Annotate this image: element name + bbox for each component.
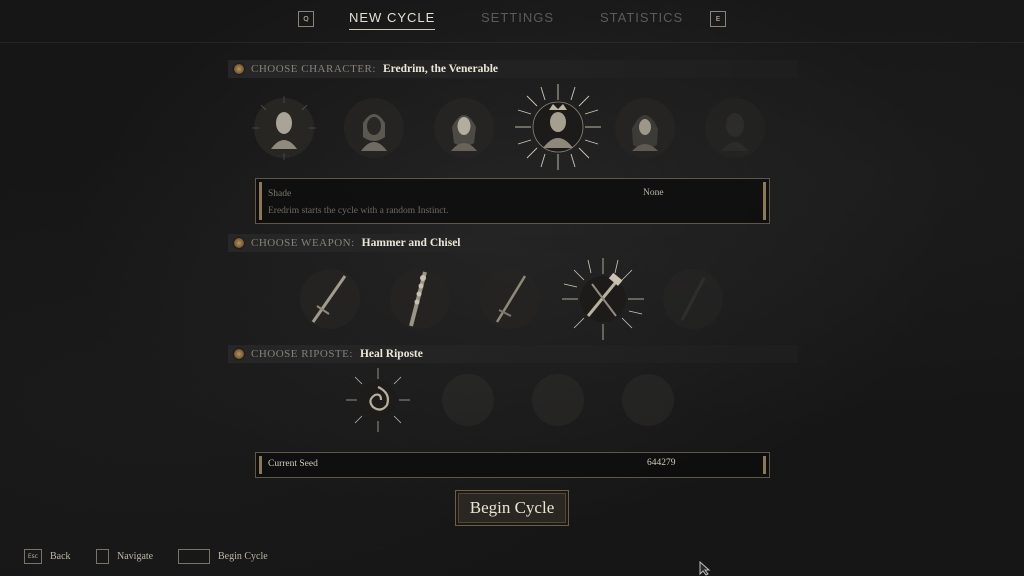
character-portrait-icon	[515, 84, 601, 170]
riposte-option-locked-3[interactable]	[613, 365, 683, 435]
q-key-hint[interactable]: Q	[298, 11, 314, 27]
character-section-header: CHOOSE CHARACTER: Eredrim, the Venerable	[228, 60, 798, 78]
trait-value: None	[643, 188, 664, 198]
riposte-option-locked-2[interactable]	[523, 365, 593, 435]
riposte-icon	[532, 374, 584, 426]
selected-weapon: Hammer and Chisel	[361, 237, 461, 249]
seed-value: 644279	[647, 458, 676, 468]
sword-icon	[480, 269, 540, 329]
character-portrait-5[interactable]	[610, 93, 680, 163]
character-portrait-selected[interactable]	[513, 82, 603, 172]
weapon-option-2[interactable]	[385, 264, 455, 334]
seed-label: Current Seed	[268, 459, 318, 469]
character-label: CHOOSE CHARACTER:	[251, 63, 376, 75]
weapon-label: CHOOSE WEAPON:	[251, 237, 355, 249]
begin-cycle-hint[interactable]: Begin Cycle	[178, 549, 268, 564]
selected-character: Eredrim, the Venerable	[382, 63, 499, 75]
tab-new-cycle[interactable]: NEW CYCLE	[349, 10, 436, 30]
riposte-icon	[442, 374, 494, 426]
mouse-cursor-icon	[699, 561, 711, 576]
riposte-option-locked-1[interactable]	[433, 365, 503, 435]
spiked-mace-icon	[390, 269, 450, 329]
character-portrait-icon	[434, 98, 494, 158]
back-hint-label: Back	[50, 551, 71, 562]
character-portrait-locked[interactable]	[700, 93, 770, 163]
tab-settings[interactable]: SETTINGS	[481, 10, 554, 25]
spacebar-icon	[178, 549, 210, 564]
weapon-option-1[interactable]	[295, 264, 365, 334]
section-emblem-icon	[234, 238, 244, 248]
weapon-section-header: CHOOSE WEAPON: Hammer and Chisel	[228, 234, 798, 252]
seed-panel[interactable]: Current Seed 644279	[255, 452, 770, 478]
character-portrait-1[interactable]: · · · · ·	[249, 93, 319, 163]
sword-icon	[300, 269, 360, 329]
e-key-hint[interactable]: E	[710, 11, 726, 27]
character-description: Eredrim starts the cycle with a random I…	[268, 206, 449, 216]
riposte-icon	[622, 374, 674, 426]
character-portrait-icon	[615, 98, 675, 158]
weapon-option-locked[interactable]	[658, 264, 728, 334]
riposte-option-selected[interactable]	[343, 365, 413, 435]
hammer-and-chisel-icon	[562, 258, 644, 340]
character-portrait-2[interactable]	[339, 93, 409, 163]
navigate-hint-label: Navigate	[117, 551, 154, 562]
character-portrait-icon	[705, 98, 765, 158]
character-info-panel: Shade None Eredrim starts the cycle with…	[255, 178, 770, 224]
weapon-option-selected[interactable]	[558, 254, 648, 344]
section-emblem-icon	[234, 349, 244, 359]
weapon-icon	[663, 269, 723, 329]
character-portrait-icon: · · · · ·	[252, 96, 316, 160]
section-emblem-icon	[234, 64, 244, 74]
begin-cycle-button[interactable]: Begin Cycle	[455, 490, 569, 526]
nav-divider	[0, 42, 1024, 43]
navigate-hint: Navigate	[96, 549, 153, 564]
selected-riposte: Heal Riposte	[359, 348, 423, 360]
back-hint[interactable]: Esc Back	[24, 549, 71, 564]
riposte-label: CHOOSE RIPOSTE:	[251, 348, 353, 360]
character-portrait-3[interactable]	[429, 93, 499, 163]
dpad-icon	[96, 549, 109, 564]
character-portrait-icon	[344, 98, 404, 158]
begin-cycle-hint-label: Begin Cycle	[218, 551, 268, 562]
svg-text:· · · · ·: · · · · ·	[279, 153, 290, 158]
esc-key-icon: Esc	[24, 549, 42, 564]
heal-riposte-icon	[346, 368, 410, 432]
weapon-option-3[interactable]	[475, 264, 545, 334]
trait-label: Shade	[268, 189, 292, 199]
tab-statistics[interactable]: STATISTICS	[600, 10, 683, 25]
top-nav: Q NEW CYCLE SETTINGS STATISTICS E	[0, 0, 1024, 43]
riposte-section-header: CHOOSE RIPOSTE: Heal Riposte	[228, 345, 798, 363]
